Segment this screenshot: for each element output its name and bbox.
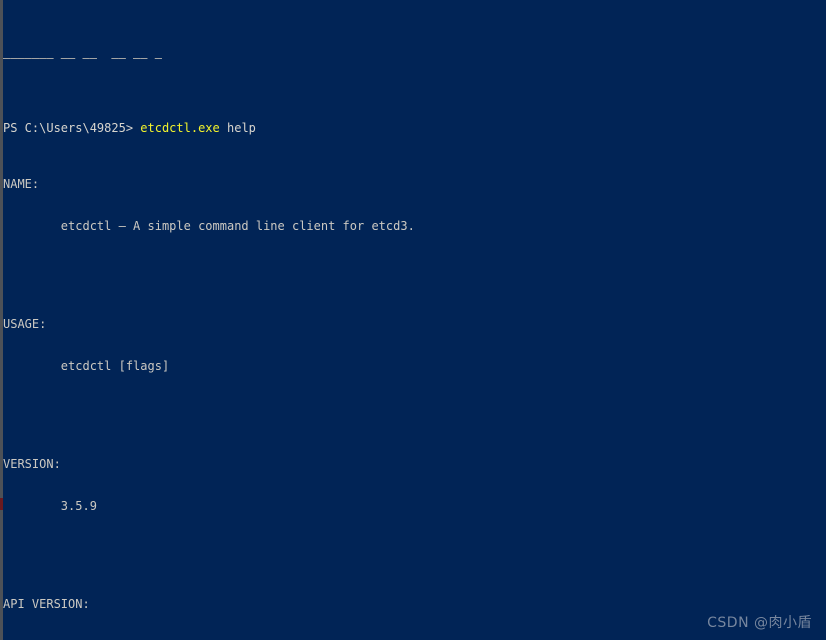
prompt-text: PS C:\Users\49825> <box>3 121 141 135</box>
name-section-body: etcdctl – A simple command line client f… <box>3 219 415 233</box>
clipped-scrollback-line: ––––––– –– –– –– –– – <box>3 51 162 65</box>
csdn-watermark: CSDN @肉小盾 <box>707 615 812 631</box>
powershell-terminal-window[interactable]: ––––––– –– –– –– –– – PS C:\Users\49825>… <box>0 0 826 640</box>
version-section-header: VERSION: <box>3 457 61 471</box>
name-section-header: NAME: <box>3 177 40 191</box>
usage-section-header: USAGE: <box>3 317 47 331</box>
prompt-line[interactable]: PS C:\Users\49825> etcdctl.exe help <box>0 121 826 135</box>
terminal-screen-buffer[interactable]: ––––––– –– –– –– –– – PS C:\Users\49825>… <box>0 0 826 640</box>
gutter-marker <box>0 498 3 510</box>
command-args: help <box>219 121 256 135</box>
version-section-body: 3.5.9 <box>3 499 97 513</box>
command-name: etcdctl.exe <box>140 121 220 135</box>
window-left-gutter <box>0 0 3 640</box>
api-version-section-header: API VERSION: <box>3 597 90 611</box>
usage-section-body: etcdctl [flags] <box>3 359 170 373</box>
